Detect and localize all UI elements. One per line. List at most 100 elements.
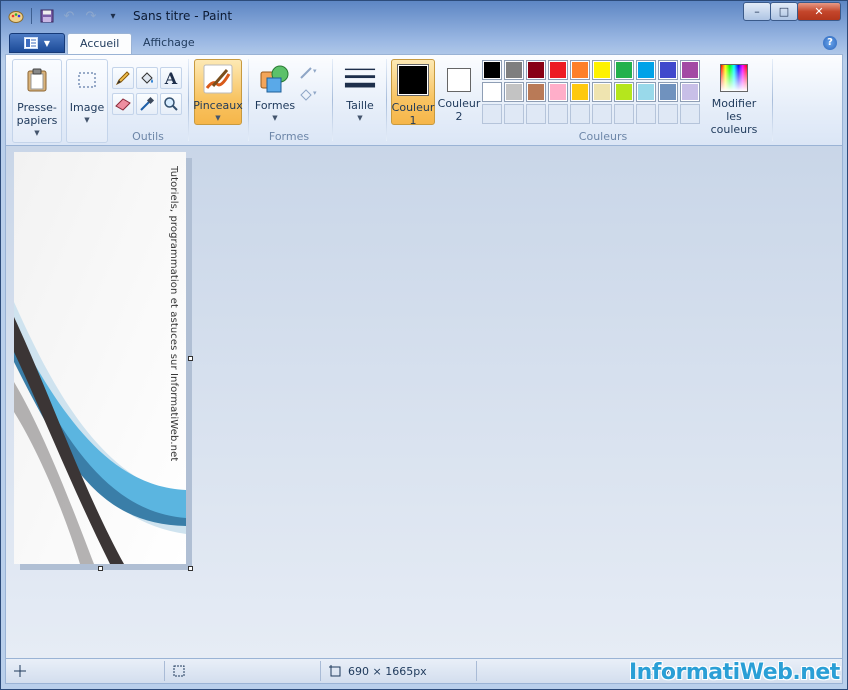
brushes-label: Pinceaux (193, 99, 243, 112)
empty-color-slot[interactable] (526, 104, 546, 124)
redo-icon[interactable]: ↷ (82, 7, 100, 25)
close-button[interactable]: ✕ (797, 2, 841, 21)
color-swatch-fill (682, 62, 698, 78)
color-swatch[interactable] (636, 82, 656, 102)
empty-color-slot[interactable] (636, 104, 656, 124)
text-tool[interactable]: A (160, 67, 182, 89)
separator (772, 59, 773, 141)
edit-colors-label-line1: Modifier les (711, 97, 757, 123)
shapes-button[interactable]: Formes ▼ (254, 59, 296, 125)
edit-colors-label-line2: couleurs (710, 123, 758, 136)
paint-menu-button[interactable]: ▼ (9, 33, 65, 53)
fill-icon (141, 72, 153, 84)
paint-menu-icon (23, 37, 38, 49)
minimize-button[interactable]: – (743, 2, 771, 21)
color-swatch-fill (594, 62, 610, 78)
color1-button[interactable]: Couleur 1 (391, 59, 435, 127)
canvas-text: Tutoriels, programmation et astuces sur … (168, 166, 179, 462)
tab-accueil[interactable]: Accueil (67, 33, 133, 55)
fill-style-button[interactable]: ▾ (298, 83, 320, 105)
color-swatch[interactable] (526, 60, 546, 80)
empty-color-slot[interactable] (592, 104, 612, 124)
color-swatch[interactable] (680, 60, 700, 80)
color1-label-line2: 1 (409, 114, 417, 127)
empty-color-slot[interactable] (504, 104, 524, 124)
empty-color-slot[interactable] (614, 104, 634, 124)
cursor-position (14, 659, 26, 683)
color-swatch[interactable] (504, 82, 524, 102)
separator (31, 8, 32, 24)
window-controls: – □ ✕ (743, 2, 841, 21)
color-swatch[interactable] (680, 82, 700, 102)
separator (164, 661, 165, 681)
tab-affichage[interactable]: Affichage (131, 33, 207, 55)
edit-colors-button[interactable]: Modifier les couleurs (702, 59, 766, 136)
empty-color-slot[interactable] (570, 104, 590, 124)
paint-app-icon[interactable] (7, 7, 25, 25)
color-swatch[interactable] (614, 82, 634, 102)
customize-dropdown-icon[interactable]: ▾ (104, 7, 122, 25)
eraser-tool[interactable] (112, 93, 134, 115)
color-swatch-fill (682, 84, 698, 100)
color-swatch-fill (638, 62, 654, 78)
chevron-down-icon: ▼ (272, 114, 278, 122)
color-picker-tool[interactable] (136, 93, 158, 115)
clipboard-button[interactable]: Presse- papiers ▼ (12, 59, 62, 143)
outline-button[interactable]: ▾ (298, 61, 320, 83)
drawing-canvas[interactable]: Tutoriels, programmation et astuces sur … (14, 152, 186, 564)
magnifier-tool[interactable] (160, 93, 182, 115)
help-icon[interactable]: ? (823, 36, 837, 50)
image-label: Image (69, 101, 105, 114)
empty-color-slot[interactable] (482, 104, 502, 124)
color-swatch-fill (506, 62, 522, 78)
color-swatch-fill (594, 84, 610, 100)
color-swatch[interactable] (658, 60, 678, 80)
color-swatch-fill (660, 84, 676, 100)
outline-icon: ▾ (300, 67, 317, 79)
color-swatch[interactable] (614, 60, 634, 80)
color-swatch[interactable] (482, 82, 502, 102)
maximize-button[interactable]: □ (770, 2, 798, 21)
window-title: Sans titre - Paint (133, 9, 233, 23)
magnifier-icon (164, 97, 178, 111)
color1-fill (399, 66, 427, 94)
color-swatch[interactable] (636, 60, 656, 80)
fill-tool[interactable] (136, 67, 158, 89)
shapes-icon (259, 64, 291, 94)
resize-handle-corner[interactable] (188, 566, 193, 571)
color-swatch[interactable] (548, 82, 568, 102)
empty-color-slot[interactable] (680, 104, 700, 124)
color-swatch[interactable] (526, 82, 546, 102)
color-swatch[interactable] (658, 82, 678, 102)
resize-handle-bottom[interactable] (98, 566, 103, 571)
color-swatch[interactable] (482, 60, 502, 80)
chevron-down-icon: ▼ (357, 114, 363, 122)
pencil-tool[interactable] (112, 67, 134, 89)
separator (476, 661, 477, 681)
undo-icon[interactable]: ↶ (60, 7, 78, 25)
color-swatch[interactable] (592, 82, 612, 102)
color2-button[interactable]: Couleur 2 (438, 59, 480, 125)
color-swatch[interactable] (570, 82, 590, 102)
color-swatch[interactable] (592, 60, 612, 80)
size-button[interactable]: Taille ▼ (338, 59, 382, 125)
brushes-button[interactable]: Pinceaux ▼ (193, 59, 243, 125)
color2-swatch (447, 68, 471, 92)
line-size-icon (344, 64, 376, 94)
color-swatch[interactable] (548, 60, 568, 80)
color-swatch[interactable] (570, 60, 590, 80)
save-icon[interactable] (38, 7, 56, 25)
empty-color-slot[interactable] (658, 104, 678, 124)
color-swatch-fill (484, 62, 500, 78)
image-button[interactable]: Image ▼ (66, 59, 108, 143)
color-swatch[interactable] (504, 60, 524, 80)
fill-style-icon: ▾ (300, 89, 317, 101)
color-swatch-fill (506, 84, 522, 100)
quick-access-toolbar: ↶ ↷ ▾ (7, 7, 122, 25)
color-swatch-fill (616, 62, 632, 78)
resize-handle-right[interactable] (188, 356, 193, 361)
image-size-value: 690 × 1665px (348, 664, 427, 678)
selection-icon (173, 665, 185, 677)
pencil-icon (115, 71, 130, 86)
empty-color-slot[interactable] (548, 104, 568, 124)
